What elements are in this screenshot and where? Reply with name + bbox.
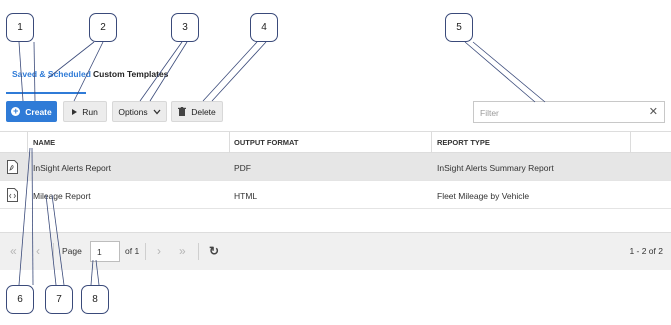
pager-separator [53, 243, 54, 260]
column-separator [27, 132, 28, 153]
column-separator [229, 132, 230, 153]
pdf-file-icon [7, 160, 18, 174]
callout-3: 3 [171, 13, 199, 42]
html-file-icon [7, 188, 18, 202]
create-button[interactable]: + Create [6, 101, 57, 122]
active-tab-indicator [6, 92, 86, 94]
next-page-icon[interactable]: › [157, 244, 161, 258]
callout-7: 7 [45, 285, 73, 314]
report-output-format: PDF [234, 163, 251, 173]
column-header-report-type[interactable]: REPORT TYPE [437, 138, 490, 147]
record-range-label: 1 - 2 of 2 [629, 246, 663, 256]
options-button-label: Options [118, 106, 148, 117]
table-row[interactable]: Mileage Report HTML Fleet Mileage by Veh… [0, 181, 671, 209]
callout-5: 5 [445, 13, 473, 42]
play-icon [72, 108, 78, 115]
pager-separator [145, 243, 146, 260]
last-page-icon[interactable]: » [179, 244, 186, 258]
first-page-icon[interactable]: « [10, 244, 17, 258]
callout-4: 4 [250, 13, 278, 42]
refresh-icon[interactable]: ↻ [209, 244, 219, 258]
tab-saved-scheduled[interactable]: Saved & Scheduled [12, 69, 91, 79]
report-name: InSight Alerts Report [33, 163, 111, 173]
report-name: Mileage Report [33, 191, 91, 201]
plus-circle-icon: + [11, 106, 21, 116]
column-header-output-format[interactable]: OUTPUT FORMAT [234, 138, 298, 147]
column-header-name[interactable]: NAME [33, 138, 55, 147]
trash-icon [178, 107, 187, 116]
options-button[interactable]: Options [112, 101, 167, 122]
run-button-label: Run [82, 106, 98, 117]
page-label: Page [62, 246, 82, 256]
tab-custom-templates[interactable]: Custom Templates [93, 69, 168, 79]
delete-button-label: Delete [191, 106, 216, 117]
page-count-label: of 1 [125, 246, 140, 256]
chevron-down-icon [153, 109, 161, 114]
callout-6: 6 [6, 285, 34, 314]
table-row[interactable]: InSight Alerts Report PDF InSight Alerts… [0, 153, 671, 181]
column-separator [630, 132, 631, 153]
previous-page-icon[interactable]: ‹ [36, 244, 40, 258]
pager-separator [198, 243, 199, 260]
filter-box: ✕ [473, 101, 665, 123]
pagination-bar: « ‹ Page of 1 › » ↻ 1 - 2 of 2 [0, 232, 671, 270]
column-separator [431, 132, 432, 153]
report-tabs: Saved & Scheduled Custom Templates [6, 66, 168, 96]
callout-8: 8 [81, 285, 109, 314]
delete-button[interactable]: Delete [171, 101, 223, 122]
clear-filter-icon[interactable]: ✕ [649, 105, 658, 119]
report-type: Fleet Mileage by Vehicle [437, 191, 530, 201]
report-output-format: HTML [234, 191, 258, 201]
filter-input[interactable] [480, 106, 640, 119]
run-button[interactable]: Run [63, 101, 107, 122]
callout-1: 1 [6, 13, 34, 42]
callout-2: 2 [89, 13, 117, 42]
report-type: InSight Alerts Summary Report [437, 163, 554, 173]
page-number-input[interactable] [90, 241, 120, 262]
table-header: NAME OUTPUT FORMAT REPORT TYPE [0, 131, 671, 153]
create-button-label: Create [25, 106, 52, 117]
